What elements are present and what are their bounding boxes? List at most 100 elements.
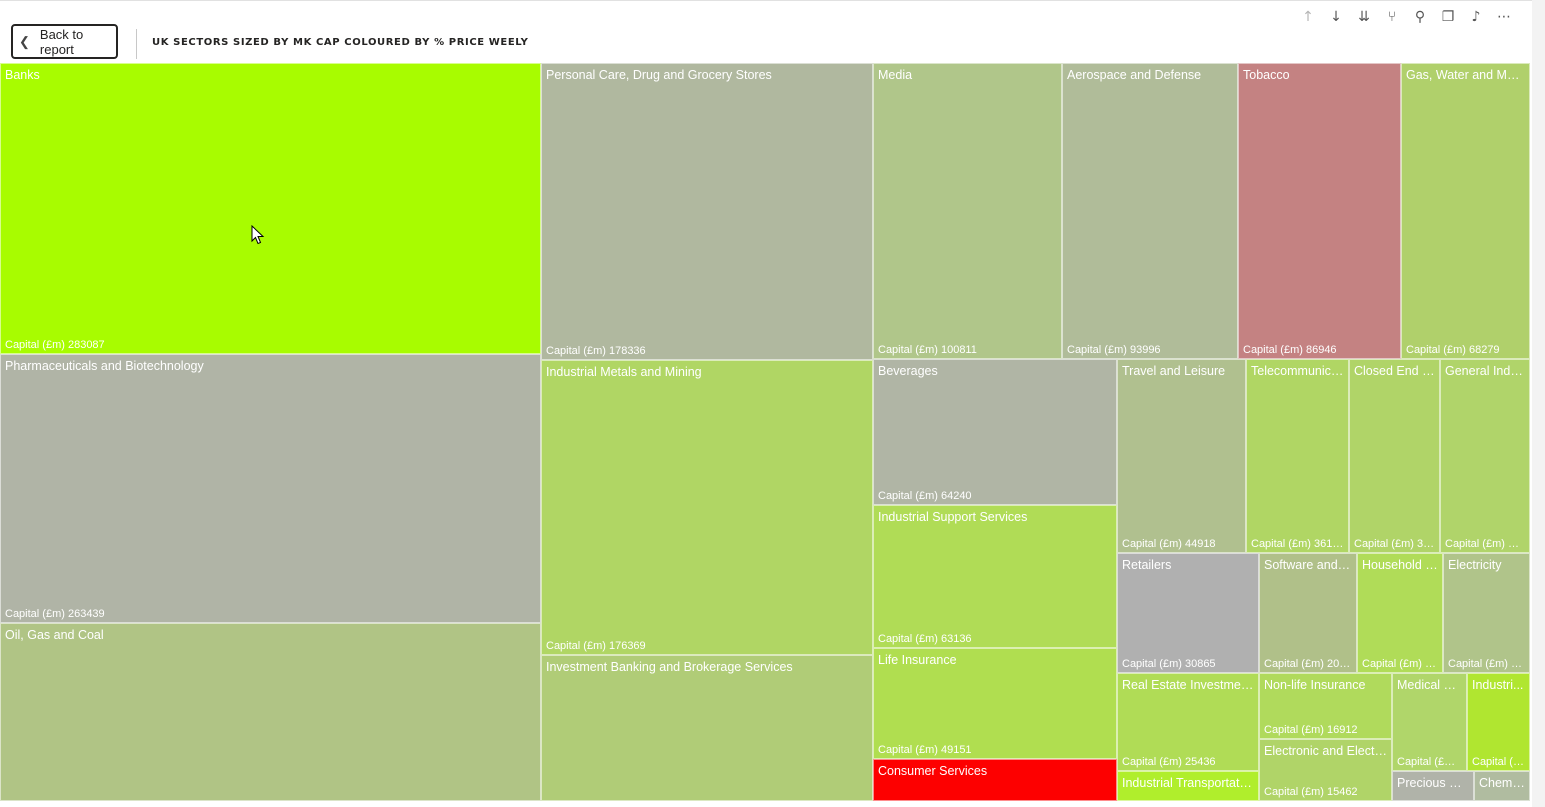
- treemap-tile[interactable]: Gas, Water and Multi... Capital (£m) 6827…: [1401, 63, 1530, 359]
- page-scroll-gutter: [1532, 0, 1545, 806]
- tile-value-label: Capital (£m) 263439: [5, 608, 105, 620]
- tile-value-label: Capital (£m) 1...: [1448, 658, 1525, 670]
- tile-label: Household G...: [1362, 558, 1438, 572]
- tile-value-label: Capital (£m) 64240: [878, 490, 972, 502]
- tile-label: Tobacco: [1243, 68, 1290, 82]
- tile-value-label: Capital (£m) 86946: [1243, 344, 1337, 356]
- treemap-tile[interactable]: Life Insurance Capital (£m) 49151: [873, 648, 1117, 759]
- copy-visual-icon[interactable]: ❐: [1438, 7, 1458, 27]
- tile-value-label: Capital (£m) 15462: [1264, 786, 1358, 798]
- treemap-tile[interactable]: Electronic and Electric... Capital (£m) 1…: [1259, 739, 1392, 801]
- tile-value-label: Capital (£...: [1472, 756, 1525, 768]
- tile-value-label: Capital (£m) 176369: [546, 640, 646, 652]
- treemap-tile[interactable]: Beverages Capital (£m) 64240: [873, 359, 1117, 505]
- treemap-tile[interactable]: Non-life Insurance Capital (£m) 16912: [1259, 673, 1392, 739]
- tile-label: Electricity: [1448, 558, 1502, 572]
- tile-label: Personal Care, Drug and Grocery Stores: [546, 68, 772, 82]
- tile-value-label: Capital (£m) 49151: [878, 744, 972, 756]
- tile-value-label: Capital (£m) 16912: [1264, 724, 1358, 736]
- tile-label: Oil, Gas and Coal: [5, 628, 104, 642]
- visual-title: UK SECTORS SIZED BY MK CAP COLOURED BY %…: [152, 37, 529, 48]
- tile-label: Industrial Support Services: [878, 510, 1028, 524]
- treemap-tile[interactable]: Medical Eq... Capital (£m)...: [1392, 673, 1467, 771]
- tile-value-label: Capital (£m) 63136: [878, 633, 972, 645]
- treemap-tile[interactable]: Investment Banking and Brokerage Service…: [541, 655, 873, 801]
- tile-label: Non-life Insurance: [1264, 678, 1366, 692]
- treemap-tile[interactable]: Travel and Leisure Capital (£m) 44918: [1117, 359, 1246, 553]
- expand-all-down-icon[interactable]: ⇊: [1354, 7, 1374, 27]
- tile-label: Closed End In...: [1354, 364, 1435, 378]
- tile-value-label: Capital (£m) 25436: [1122, 756, 1216, 768]
- treemap-tile[interactable]: Electricity Capital (£m) 1...: [1443, 553, 1530, 673]
- treemap-tile[interactable]: Chemi...: [1474, 771, 1530, 801]
- tile-value-label: Capital (£m) 30865: [1122, 658, 1216, 670]
- tile-label: Precious Me...: [1397, 776, 1469, 790]
- chevron-left-icon: ❮: [19, 33, 30, 49]
- tile-label: Medical Eq...: [1397, 678, 1462, 692]
- tile-label: Retailers: [1122, 558, 1172, 572]
- tile-label: Banks: [5, 68, 40, 82]
- visual-header-toolbar: ↑ ↓ ⇊ ⑂ ⚲ ❐ ♪ ⋯: [1298, 7, 1514, 27]
- alert-bell-icon[interactable]: ♪: [1466, 7, 1486, 27]
- tile-value-label: Capital (£m) 20132: [1264, 658, 1352, 670]
- treemap-tile[interactable]: Banks Capital (£m) 283087: [0, 63, 541, 354]
- treemap-tile[interactable]: Pharmaceuticals and Biotechnology Capital…: [0, 354, 541, 623]
- treemap-tile[interactable]: Industrial Metals and Mining Capital (£m)…: [541, 360, 873, 655]
- tile-value-label: Capital (£m) 36181: [1251, 538, 1344, 550]
- treemap-tile[interactable]: Consumer Services: [873, 759, 1117, 801]
- tile-value-label: Capital (£m) 31...: [1354, 538, 1435, 550]
- tile-label: Electronic and Electric...: [1264, 744, 1387, 758]
- tile-label: Industri...: [1472, 678, 1524, 692]
- treemap-tile[interactable]: Media Capital (£m) 100811: [873, 63, 1062, 359]
- tile-value-label: Capital (£m) 68279: [1406, 344, 1500, 356]
- tile-label: Real Estate Investment T...: [1122, 678, 1254, 692]
- treemap-tile[interactable]: Software and C... Capital (£m) 20132: [1259, 553, 1357, 673]
- tile-label: Life Insurance: [878, 653, 957, 667]
- pin-icon[interactable]: ⚲: [1410, 7, 1430, 27]
- tile-label: Travel and Leisure: [1122, 364, 1226, 378]
- tile-label: Pharmaceuticals and Biotechnology: [5, 359, 204, 373]
- visual-frame: ↑ ↓ ⇊ ⑂ ⚲ ❐ ♪ ⋯ ❮ Back to report UK SECTORS SIZ…: [0, 0, 1532, 807]
- treemap-tile[interactable]: Industri... Capital (£...: [1467, 673, 1530, 771]
- tile-label: Media: [878, 68, 913, 82]
- tile-value-label: Capital (£m) 44918: [1122, 538, 1216, 550]
- tile-label: Beverages: [878, 364, 938, 378]
- tile-value-label: Capital (£m) 1...: [1362, 658, 1438, 670]
- header-divider: [136, 29, 137, 59]
- tile-label: Chemi...: [1479, 776, 1525, 790]
- treemap-tile[interactable]: Retailers Capital (£m) 30865: [1117, 553, 1259, 673]
- drill-up-icon[interactable]: ↑: [1298, 7, 1318, 27]
- tile-label: Aerospace and Defense: [1067, 68, 1202, 82]
- tile-label: Telecommunicati...: [1251, 364, 1344, 378]
- treemap-tile[interactable]: Tobacco Capital (£m) 86946: [1238, 63, 1401, 359]
- treemap-tile[interactable]: Telecommunicati... Capital (£m) 36181: [1246, 359, 1349, 553]
- treemap-tile[interactable]: Oil, Gas and Coal: [0, 623, 541, 801]
- treemap-tile[interactable]: Real Estate Investment T... Capital (£m) …: [1117, 673, 1259, 771]
- treemap-tile[interactable]: Industrial Transportation: [1117, 771, 1259, 801]
- treemap-tile[interactable]: Precious Me...: [1392, 771, 1474, 801]
- tile-label: Consumer Services: [878, 764, 988, 778]
- drill-down-icon[interactable]: ↓: [1326, 7, 1346, 27]
- treemap-tile[interactable]: Aerospace and Defense Capital (£m) 93996: [1062, 63, 1238, 359]
- expand-hierarchy-icon[interactable]: ⑂: [1382, 7, 1402, 27]
- tile-value-label: Capital (£m) 31...: [1445, 538, 1525, 550]
- tile-value-label: Capital (£m) 178336: [546, 345, 646, 357]
- more-options-icon[interactable]: ⋯: [1494, 7, 1514, 27]
- tile-value-label: Capital (£m)...: [1397, 756, 1462, 768]
- treemap-tile[interactable]: General Indus... Capital (£m) 31...: [1440, 359, 1530, 553]
- treemap-tile[interactable]: Industrial Support Services Capital (£m) …: [873, 505, 1117, 648]
- back-to-report-label: Back to report: [39, 26, 84, 57]
- treemap-tile[interactable]: Household G... Capital (£m) 1...: [1357, 553, 1443, 673]
- back-to-report-button[interactable]: ❮ Back to report: [11, 24, 118, 59]
- treemap-chart: Banks Capital (£m) 283087 Pharmaceuticals …: [0, 63, 1530, 801]
- tile-value-label: Capital (£m) 93996: [1067, 344, 1161, 356]
- tile-value-label: Capital (£m) 283087: [5, 339, 105, 351]
- tile-label: Investment Banking and Brokerage Service…: [546, 660, 793, 674]
- tile-label: Software and C...: [1264, 558, 1352, 572]
- tile-label: General Indus...: [1445, 364, 1525, 378]
- tile-label: Industrial Metals and Mining: [546, 365, 702, 379]
- treemap-tile[interactable]: Personal Care, Drug and Grocery Stores Ca…: [541, 63, 873, 360]
- tile-label: Industrial Transportation: [1122, 776, 1254, 790]
- tile-label: Gas, Water and Multi...: [1406, 68, 1525, 82]
- treemap-tile[interactable]: Closed End In... Capital (£m) 31...: [1349, 359, 1440, 553]
